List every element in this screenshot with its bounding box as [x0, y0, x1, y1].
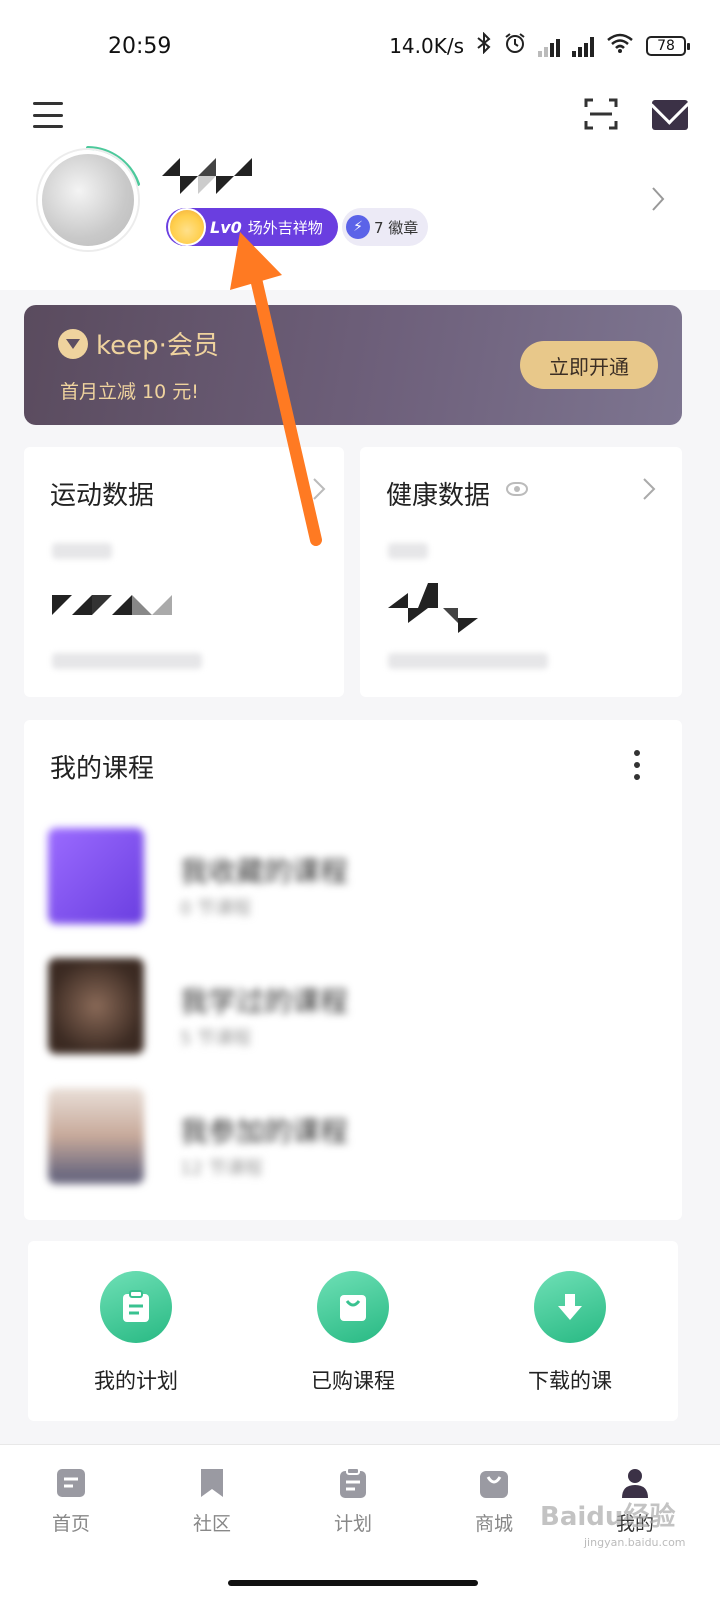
- bluetooth-icon: [476, 31, 492, 59]
- shopping-bag-icon: [317, 1271, 389, 1343]
- chevron-right-icon[interactable]: [650, 186, 666, 212]
- status-indicators: 14.0K/s 78: [389, 31, 690, 59]
- open-membership-button[interactable]: 立即开通: [520, 341, 658, 389]
- download-arrow-icon: [534, 1271, 606, 1343]
- home-indicator[interactable]: [228, 1580, 478, 1586]
- blurred-text: [52, 543, 112, 559]
- shortcut-purchased-courses[interactable]: 已购课程: [283, 1271, 423, 1395]
- blurred-text: [388, 543, 428, 559]
- person-icon: [619, 1467, 651, 1499]
- profile-header[interactable]: Lv0 场外吉祥物 7 徽章 ⚡: [0, 146, 720, 290]
- bookmark-icon: [196, 1467, 228, 1499]
- more-options-icon[interactable]: [632, 750, 642, 780]
- alarm-icon: [504, 32, 526, 59]
- scan-icon[interactable]: [584, 98, 618, 130]
- course-count: 0 节课程: [180, 898, 252, 919]
- health-data-title: 健康数据: [386, 481, 491, 511]
- shortcut-downloaded[interactable]: 下载的课: [500, 1271, 640, 1395]
- badges-label: 7 徽章: [374, 218, 419, 237]
- status-bar: 20:59 14.0K/s 78: [0, 0, 720, 90]
- tab-label: 计划: [333, 1513, 372, 1535]
- clock-thumbnail: [48, 958, 144, 1054]
- avatar[interactable]: [38, 150, 138, 250]
- shortcut-label: 我的计划: [94, 1369, 178, 1393]
- course-item-favorites[interactable]: 我收藏的课程 0 节课程: [48, 828, 648, 928]
- membership-banner[interactable]: keep·会员 首月立减 10 元! 立即开通: [24, 305, 682, 425]
- username-redacted: [162, 158, 252, 194]
- tab-store[interactable]: 商城: [444, 1467, 544, 1536]
- baidu-watermark: Baidu经验: [540, 1502, 676, 1532]
- blurred-text: [388, 653, 548, 669]
- hd-signal-icon: [572, 35, 594, 57]
- my-courses-title: 我的课程: [50, 754, 155, 784]
- fitness-thumbnail: [48, 1088, 144, 1184]
- mail-icon[interactable]: [652, 100, 688, 130]
- level-value: Lv0: [210, 217, 242, 237]
- course-name: 我学过的课程: [180, 985, 349, 1018]
- course-name: 我收藏的课程: [180, 855, 349, 888]
- battery-icon: 78: [646, 35, 690, 56]
- blurred-text: [52, 653, 202, 669]
- keep-member-logo: keep·会员: [58, 325, 219, 362]
- status-time: 20:59: [108, 34, 172, 59]
- course-count: 5 节课程: [180, 1028, 252, 1049]
- tab-label: 商城: [474, 1513, 513, 1535]
- tab-community[interactable]: 社区: [162, 1467, 262, 1536]
- baidu-watermark-url: jingyan.baidu.com: [584, 1536, 686, 1549]
- chevron-right-icon[interactable]: [312, 477, 326, 501]
- course-item-joined[interactable]: 我参加的课程 12 节课程: [48, 1088, 648, 1188]
- top-bar: [0, 90, 720, 150]
- health-value-redacted: [388, 583, 478, 633]
- eye-icon[interactable]: [506, 482, 528, 496]
- tab-home[interactable]: 首页: [21, 1467, 121, 1536]
- network-speed: 14.0K/s: [389, 33, 464, 58]
- store-bag-icon: [478, 1467, 510, 1499]
- course-item-learned[interactable]: 我学过的课程 5 节课程: [48, 958, 648, 1058]
- lightning-icon: ⚡: [346, 215, 370, 239]
- my-courses-card: 我的课程 我收藏的课程 0 节课程 我学过的课程 5 节课程 我参加的课程 12…: [24, 720, 682, 1220]
- tab-plan[interactable]: 计划: [303, 1467, 403, 1536]
- menu-icon[interactable]: [33, 102, 63, 128]
- sport-data-title: 运动数据: [50, 481, 155, 511]
- home-icon: [55, 1467, 87, 1499]
- tab-label: 社区: [192, 1513, 231, 1535]
- course-count: 12 节课程: [180, 1158, 263, 1179]
- shortcut-label: 已购课程: [311, 1369, 395, 1393]
- heart-thumbnail: [48, 828, 144, 924]
- shortcuts-card: 我的计划 已购课程 下载的课: [28, 1241, 678, 1421]
- member-brand: keep·会员: [96, 331, 219, 361]
- shortcut-my-plan[interactable]: 我的计划: [66, 1271, 206, 1395]
- course-name: 我参加的课程: [180, 1115, 349, 1148]
- shortcut-label: 下载的课: [528, 1369, 612, 1393]
- level-title: 场外吉祥物: [247, 218, 323, 237]
- signal-icon: [538, 35, 560, 57]
- wifi-icon: [606, 32, 634, 59]
- tab-label: 首页: [51, 1513, 90, 1535]
- member-promo: 首月立减 10 元!: [60, 381, 199, 403]
- plan-icon: [337, 1467, 369, 1499]
- sport-data-card[interactable]: 运动数据: [24, 447, 344, 697]
- chevron-right-icon[interactable]: [642, 477, 656, 501]
- sport-value-redacted: [52, 595, 172, 615]
- keep-logo-icon: [58, 328, 88, 359]
- plan-clipboard-icon: [100, 1271, 172, 1343]
- mascot-icon: [168, 208, 206, 246]
